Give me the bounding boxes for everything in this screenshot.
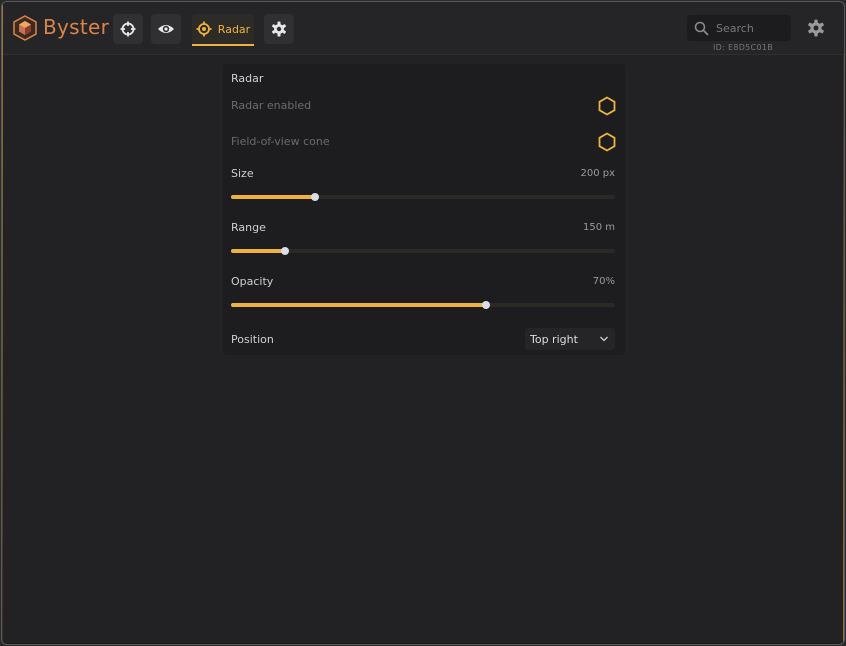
window-edge: [843, 2, 844, 644]
panel-title: Radar: [231, 72, 264, 85]
radar-icon: [196, 21, 212, 37]
range-slider-fill: [231, 249, 285, 253]
tab-aim[interactable]: [113, 14, 143, 44]
app-window: Byster Radar Search ID: E8D5C01B Radar R…: [1, 1, 845, 645]
brand-name: Byster: [43, 15, 110, 39]
top-bar: Byster Radar Search ID: E8D5C01B: [2, 2, 844, 55]
gear-icon: [272, 21, 286, 37]
opacity-slider[interactable]: [231, 301, 615, 309]
position-label: Position: [231, 333, 274, 346]
tab-settings[interactable]: [264, 14, 294, 44]
tab-radar[interactable]: Radar: [192, 14, 254, 46]
range-value: 150 m: [582, 222, 615, 233]
tab-radar-label: Radar: [217, 22, 251, 36]
tab-visuals[interactable]: [151, 14, 181, 44]
crosshair-icon: [120, 21, 136, 37]
search-icon: [694, 21, 709, 36]
size-slider-fill: [231, 195, 316, 199]
size-slider[interactable]: [231, 193, 615, 201]
opacity-label: Opacity: [231, 275, 274, 288]
radar-settings-panel: Radar Radar enabled Field-of-view cone S…: [223, 64, 625, 355]
fov-cone-toggle[interactable]: [597, 132, 617, 152]
opacity-slider-fill: [231, 303, 487, 307]
settings-gear-icon[interactable]: [807, 19, 825, 37]
eye-icon: [158, 25, 174, 33]
client-id: ID: E8D5C01B: [713, 43, 774, 52]
chevron-down-icon: [600, 336, 608, 342]
position-select[interactable]: Top right: [525, 328, 615, 350]
size-label: Size: [231, 167, 254, 180]
opacity-value: 70%: [592, 276, 615, 287]
radar-enabled-label: Radar enabled: [231, 99, 312, 112]
range-slider-thumb[interactable]: [280, 247, 289, 255]
size-slider-thumb[interactable]: [311, 193, 320, 201]
opacity-slider-thumb[interactable]: [482, 301, 491, 309]
radar-enabled-toggle[interactable]: [597, 96, 617, 116]
range-slider[interactable]: [231, 247, 615, 255]
range-label: Range: [231, 221, 266, 234]
size-value: 200 px: [580, 168, 615, 179]
position-selected-value: Top right: [530, 332, 578, 346]
byster-logo: [13, 15, 37, 41]
search-input[interactable]: [714, 20, 788, 36]
fov-cone-label: Field-of-view cone: [231, 135, 330, 148]
search-box[interactable]: [687, 15, 791, 41]
